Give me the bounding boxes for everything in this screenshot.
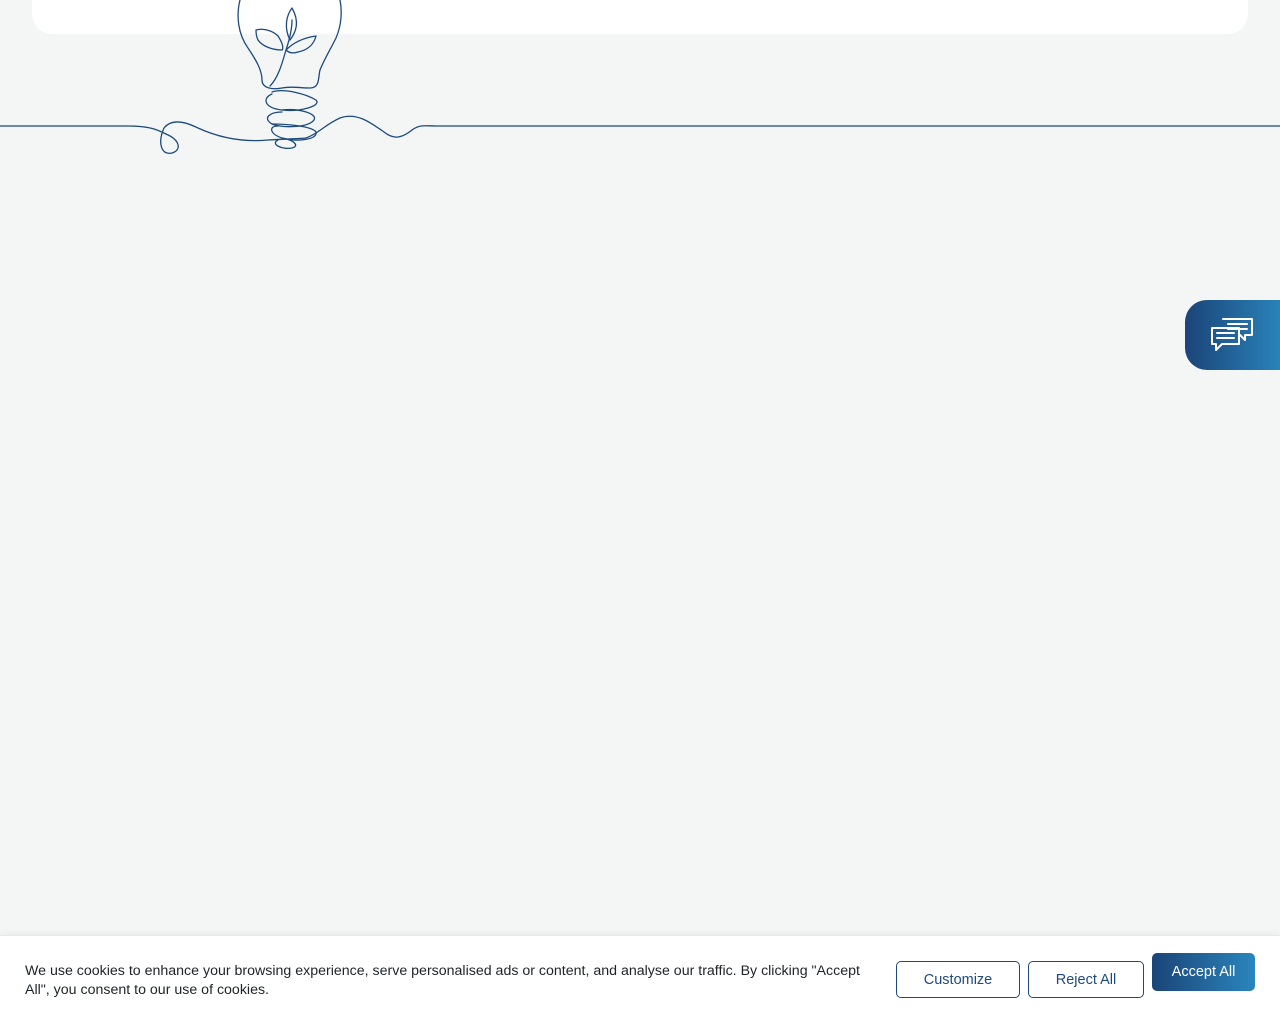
page: We use cookies to enhance your browsing … [0, 0, 1280, 1024]
customize-button[interactable]: Customize [896, 961, 1020, 998]
lightbulb-plant-line-art [0, 0, 1280, 154]
cookie-consent-banner: We use cookies to enhance your browsing … [0, 935, 1280, 1024]
accept-all-button[interactable]: Accept All [1152, 953, 1255, 991]
reject-all-button[interactable]: Reject All [1028, 961, 1144, 998]
cookie-message: We use cookies to enhance your browsing … [25, 963, 860, 998]
chat-bubbles-icon [1211, 318, 1253, 351]
chat-widget-button[interactable] [1185, 300, 1280, 370]
